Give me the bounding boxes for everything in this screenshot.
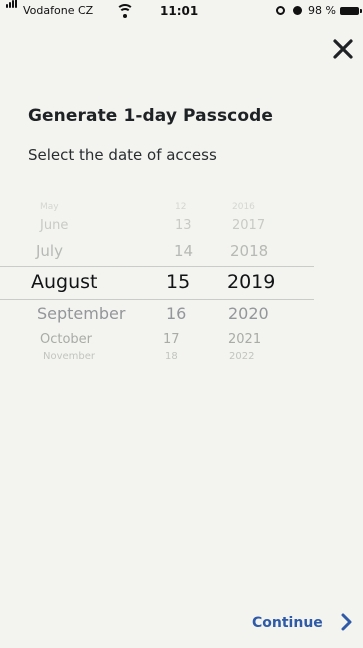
day-option[interactable]: 17 [163,332,180,347]
clock: 11:01 [160,4,199,18]
day-option[interactable]: 14 [174,242,193,260]
selected-month[interactable]: August [31,271,98,293]
day-option[interactable]: 18 [165,351,178,362]
month-option[interactable]: September [37,304,125,323]
month-option[interactable]: November [43,351,95,362]
picker-row-fade [0,364,363,368]
picker-selection-top-line [0,266,314,267]
page-subtitle: Select the date of access [28,146,217,164]
year-option[interactable]: 2016 [232,202,255,212]
year-option[interactable]: 2018 [230,242,268,260]
close-icon [333,39,353,59]
day-option[interactable]: 16 [166,304,186,323]
wifi-icon [117,4,133,18]
picker-row[interactable]: July 14 2018 [0,242,363,262]
picker-row[interactable]: June 13 2017 [0,218,363,236]
page-title: Generate 1-day Passcode [28,106,274,126]
day-option[interactable]: 13 [175,218,192,233]
year-option[interactable]: 2021 [228,332,261,347]
year-option[interactable]: 2017 [232,218,265,233]
picker-row[interactable]: October 17 2021 [0,332,363,348]
rotation-lock-icon [276,6,285,15]
faded-day-option [166,364,178,368]
picker-row[interactable]: November 18 2022 [0,351,363,363]
chevron-right-icon [341,613,352,631]
picker-row[interactable]: May 12 2016 [0,202,363,214]
continue-label: Continue [252,615,323,631]
month-option[interactable]: May [40,202,59,212]
month-option[interactable]: June [40,218,68,233]
date-picker[interactable]: May 12 2016 June 13 2017 July 14 2018 Au… [0,196,363,376]
close-button[interactable] [331,37,355,61]
status-bar: Vodafone CZ 11:01 98 % [0,0,363,22]
carrier-name: Vodafone CZ [23,4,94,17]
picker-row-selected[interactable]: August 15 2019 [0,271,363,295]
alarm-icon [293,6,302,15]
picker-row[interactable]: September 16 2020 [0,304,363,324]
faded-month-option [44,364,122,368]
battery-icon [340,7,362,15]
year-option[interactable]: 2022 [229,351,254,362]
selected-year[interactable]: 2019 [227,271,275,293]
month-option[interactable]: July [36,242,63,260]
picker-selection-bottom-line [0,299,314,300]
day-option[interactable]: 12 [175,202,186,212]
continue-button[interactable]: Continue [252,612,352,634]
year-option[interactable]: 2020 [228,304,269,323]
battery-percentage: 98 % [308,4,336,17]
month-option[interactable]: October [40,332,92,347]
selected-day[interactable]: 15 [166,271,190,293]
